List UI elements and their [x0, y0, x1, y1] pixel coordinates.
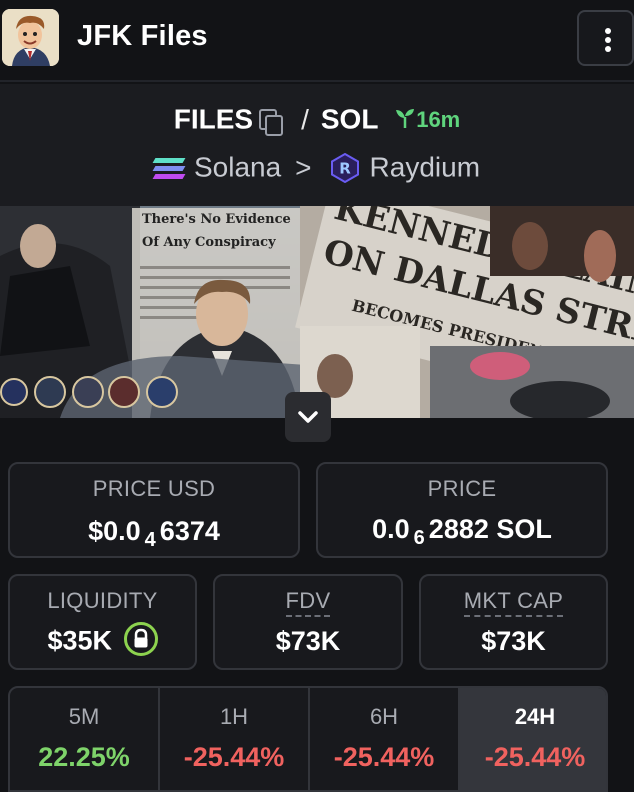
quote-symbol: SOL [320, 103, 379, 135]
token-avatar[interactable] [2, 9, 59, 66]
pair-age: 16m [416, 107, 461, 133]
price-native-card: PRICE 0.0 6 2882 SOL [316, 462, 608, 558]
liquidity-label: LIQUIDITY [47, 588, 158, 613]
chain-line: Solana > R Raydium [0, 150, 634, 184]
app-header: JFK Files [0, 0, 634, 82]
tab-5m-change: 22.25% [38, 742, 130, 772]
price-usd-card: PRICE USD $0.0 4 6374 [8, 462, 300, 558]
svg-text:R: R [339, 159, 351, 177]
tab-6h[interactable]: 6H -25.44% [310, 688, 460, 790]
expand-banner-button[interactable] [285, 392, 331, 442]
tab-6h-label: 6H [369, 704, 399, 729]
fdv-label[interactable]: FDV [285, 588, 331, 617]
price-usd-value: $0.0 4 6374 [88, 516, 220, 551]
dex-name[interactable]: Raydium [370, 152, 480, 183]
tab-5m-label: 5M [68, 704, 100, 729]
tab-1h[interactable]: 1H -25.44% [160, 688, 310, 790]
chevron-down-icon [298, 411, 318, 423]
mkt-cap-label[interactable]: MKT CAP [463, 588, 564, 617]
liquidity-value: $35K [10, 621, 195, 656]
app-title: JFK Files [77, 20, 208, 52]
pair-line: FILES / SOL 16m [0, 102, 634, 136]
tab-24h-change: -25.44% [484, 742, 586, 772]
tab-1h-label: 1H [219, 704, 249, 729]
timeframe-tabs: 5M 22.25% 1H -25.44% 6H -25.44% 24H -25.… [8, 686, 608, 792]
mkt-cap-card: MKT CAP $73K [419, 574, 608, 670]
fdv-card: FDV $73K [213, 574, 403, 670]
raydium-icon: R [330, 152, 359, 183]
tab-5m[interactable]: 5M 22.25% [10, 688, 160, 790]
more-menu-button[interactable] [577, 10, 634, 66]
tab-24h-label: 24H [514, 704, 556, 729]
fdv-value: $73K [275, 626, 341, 656]
pair-separator: / [301, 103, 309, 135]
price-usd-label: PRICE USD [92, 476, 216, 501]
tab-6h-change: -25.44% [333, 742, 435, 772]
sprout-icon [396, 109, 415, 129]
tab-24h[interactable]: 24H -25.44% [460, 688, 606, 790]
pair-info: FILES / SOL 16m Solana > R Raydium [0, 84, 634, 206]
banner-headline-1: There's No Evidence [142, 212, 291, 227]
copy-icon[interactable] [257, 107, 284, 136]
base-symbol: FILES [173, 103, 254, 135]
pair-age-badge: 16m [394, 106, 461, 133]
lock-icon[interactable] [123, 621, 158, 656]
chain-name[interactable]: Solana [194, 152, 281, 183]
liquidity-card: LIQUIDITY $35K [8, 574, 197, 670]
banner-headline-2: Of Any Conspiracy [142, 235, 276, 250]
mkt-cap-value: $73K [481, 626, 546, 656]
solana-icon [152, 156, 186, 180]
price-native-value: 0.0 6 2882 SOL [372, 514, 552, 549]
chain-separator: > [295, 151, 312, 183]
tab-1h-change: -25.44% [183, 742, 285, 772]
token-banner: There's No Evidence Of Any Conspiracy KE… [0, 206, 634, 418]
price-native-label: PRICE [427, 476, 497, 501]
